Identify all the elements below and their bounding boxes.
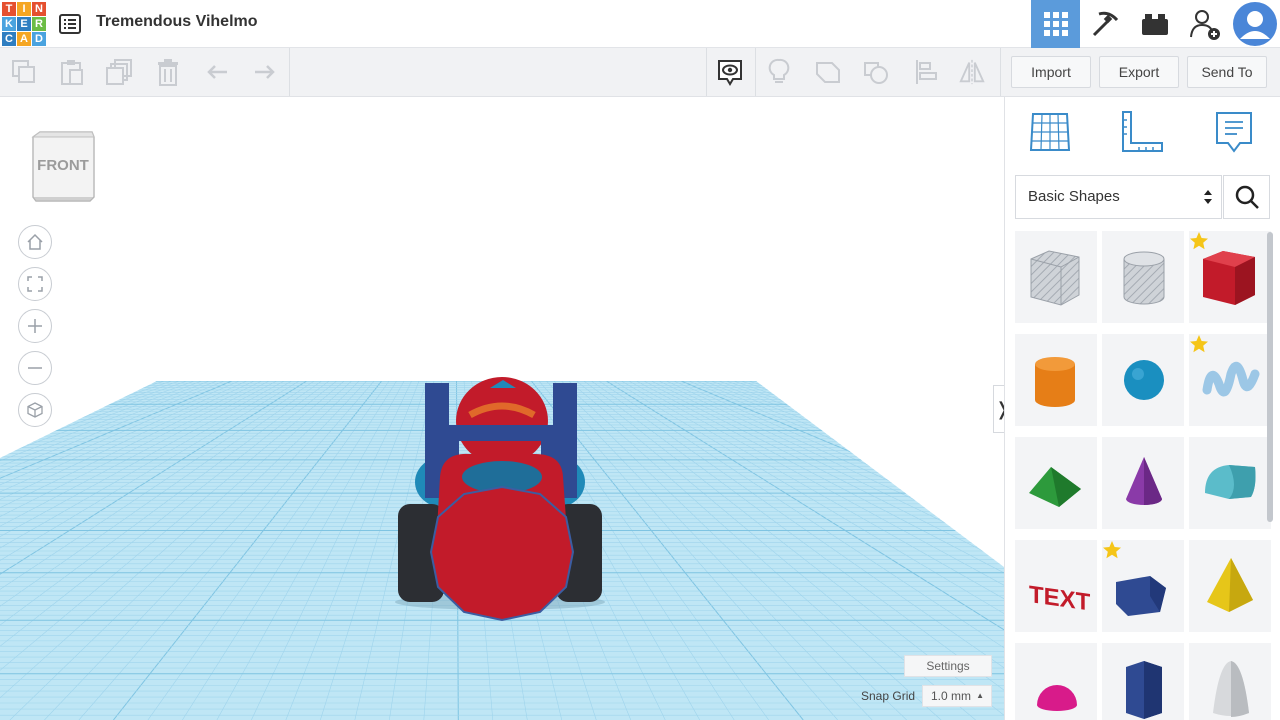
logo-letter: A — [17, 32, 31, 46]
pyramid-icon — [1207, 558, 1253, 612]
toolbar-divider — [1000, 48, 1001, 96]
text-icon: TEXT — [1029, 581, 1091, 617]
workplane-grid[interactable] — [0, 97, 1004, 720]
ungroup-icon[interactable] — [862, 58, 890, 86]
3d-design-grid-icon[interactable] — [1031, 0, 1080, 48]
star-icon — [1103, 541, 1121, 559]
logo-letter: K — [2, 17, 16, 31]
invite-user-icon[interactable] — [1180, 0, 1229, 48]
avatar-icon[interactable] — [1230, 0, 1280, 48]
snap-grid-select[interactable]: 1.0 mm ▲ — [922, 685, 992, 707]
shape-category-select[interactable]: Basic Shapes — [1015, 175, 1222, 219]
duplicate-icon[interactable] — [106, 58, 134, 86]
top-header: T I N K E R C A D Tremendous Vihelmo — [0, 0, 1280, 48]
copy-icon[interactable] — [10, 58, 38, 86]
send-to-button[interactable]: Send To — [1187, 56, 1267, 88]
zoom-out-icon[interactable] — [18, 351, 52, 385]
logo-letter: N — [32, 2, 46, 16]
logo-letter: C — [2, 32, 16, 46]
cylinder-icon — [1035, 357, 1075, 407]
export-button[interactable]: Export — [1099, 56, 1179, 88]
shape-box[interactable] — [1189, 231, 1271, 323]
star-icon — [1190, 335, 1208, 353]
shape-text[interactable]: TEXT — [1015, 540, 1097, 632]
toolbar-divider — [289, 48, 290, 96]
box-hole-icon — [1030, 250, 1080, 306]
shape-polygon[interactable] — [1102, 540, 1184, 632]
logo-letter: R — [32, 17, 46, 31]
shape-round-roof[interactable] — [1189, 437, 1271, 529]
logo-letter: D — [32, 32, 46, 46]
shape-sphere[interactable] — [1102, 334, 1184, 426]
toolbar-divider — [706, 48, 707, 96]
fit-view-icon[interactable] — [18, 267, 52, 301]
roof-icon — [1029, 467, 1081, 507]
sphere-icon — [1124, 360, 1164, 400]
lightbulb-icon[interactable] — [765, 58, 793, 86]
design-list-icon[interactable] — [58, 12, 82, 36]
star-icon — [1190, 232, 1208, 250]
zoom-in-icon[interactable] — [18, 309, 52, 343]
shape-category-value: Basic Shapes — [1028, 188, 1120, 205]
edit-toolbar: Import Export Send To — [0, 48, 1280, 97]
half-sphere-icon — [1037, 685, 1077, 711]
panel-collapse-chevron-icon[interactable]: ❭ — [993, 385, 1004, 433]
search-icon[interactable] — [1223, 175, 1270, 219]
caret-up-icon: ▲ — [976, 691, 984, 700]
view-cube-face-label: FRONT — [37, 157, 89, 174]
notes-tool-icon[interactable] — [1211, 109, 1257, 155]
ruler-tool-icon[interactable] — [1119, 109, 1165, 155]
redo-icon[interactable] — [250, 58, 278, 86]
workplane-viewport[interactable]: FRONT ❭ Settings Snap Grid 1.0 mm ▲ — [0, 97, 1004, 720]
hexagonal-prism-icon — [1126, 661, 1162, 719]
updown-arrows-icon — [1204, 190, 1212, 204]
shape-box-hole[interactable] — [1015, 231, 1097, 323]
toolbar-divider — [755, 48, 756, 96]
shape-hexagonal-prism[interactable] — [1102, 643, 1184, 720]
panel-scrollbar[interactable] — [1267, 232, 1273, 522]
shape-cylinder-hole[interactable] — [1102, 231, 1184, 323]
shape-scribble[interactable] — [1189, 334, 1271, 426]
notes-toggle-icon[interactable] — [716, 58, 744, 86]
home-view-icon[interactable] — [18, 225, 52, 259]
workplane-tool-icon[interactable] — [1027, 109, 1073, 155]
round-roof-icon — [1205, 465, 1256, 499]
align-icon[interactable] — [912, 58, 940, 86]
orthographic-icon[interactable] — [18, 393, 52, 427]
settings-button[interactable]: Settings — [904, 655, 992, 677]
tinkercad-logo[interactable]: T I N K E R C A D — [2, 2, 46, 46]
delete-icon[interactable] — [154, 58, 182, 86]
logo-letter: I — [17, 2, 31, 16]
shape-pyramid[interactable] — [1189, 540, 1271, 632]
shape-cone[interactable] — [1102, 437, 1184, 529]
import-button[interactable]: Import — [1011, 56, 1091, 88]
paste-icon[interactable] — [58, 58, 86, 86]
svg-text:TEXT: TEXT — [1029, 581, 1091, 617]
logo-letter: E — [17, 17, 31, 31]
shape-cylinder[interactable] — [1015, 334, 1097, 426]
bricks-icon[interactable] — [1130, 0, 1179, 48]
snap-grid-value: 1.0 mm — [931, 689, 972, 703]
mirror-icon[interactable] — [958, 58, 986, 86]
shape-roof[interactable] — [1015, 437, 1097, 529]
pickaxe-icon[interactable] — [1080, 0, 1129, 48]
view-cube[interactable]: FRONT — [30, 131, 96, 202]
document-title[interactable]: Tremendous Vihelmo — [96, 13, 258, 31]
shapes-panel: Basic Shapes TEXT — [1004, 97, 1280, 720]
snap-grid-label: Snap Grid — [861, 689, 916, 703]
logo-letter: T — [2, 2, 16, 16]
cone-icon — [1126, 457, 1162, 505]
shape-grid: TEXT — [1015, 231, 1271, 720]
cylinder-hole-icon — [1123, 251, 1165, 305]
shape-paraboloid[interactable] — [1189, 643, 1271, 720]
undo-icon[interactable] — [204, 58, 232, 86]
shape-half-sphere[interactable] — [1015, 643, 1097, 720]
group-icon[interactable] — [814, 58, 842, 86]
paraboloid-icon — [1213, 661, 1249, 717]
